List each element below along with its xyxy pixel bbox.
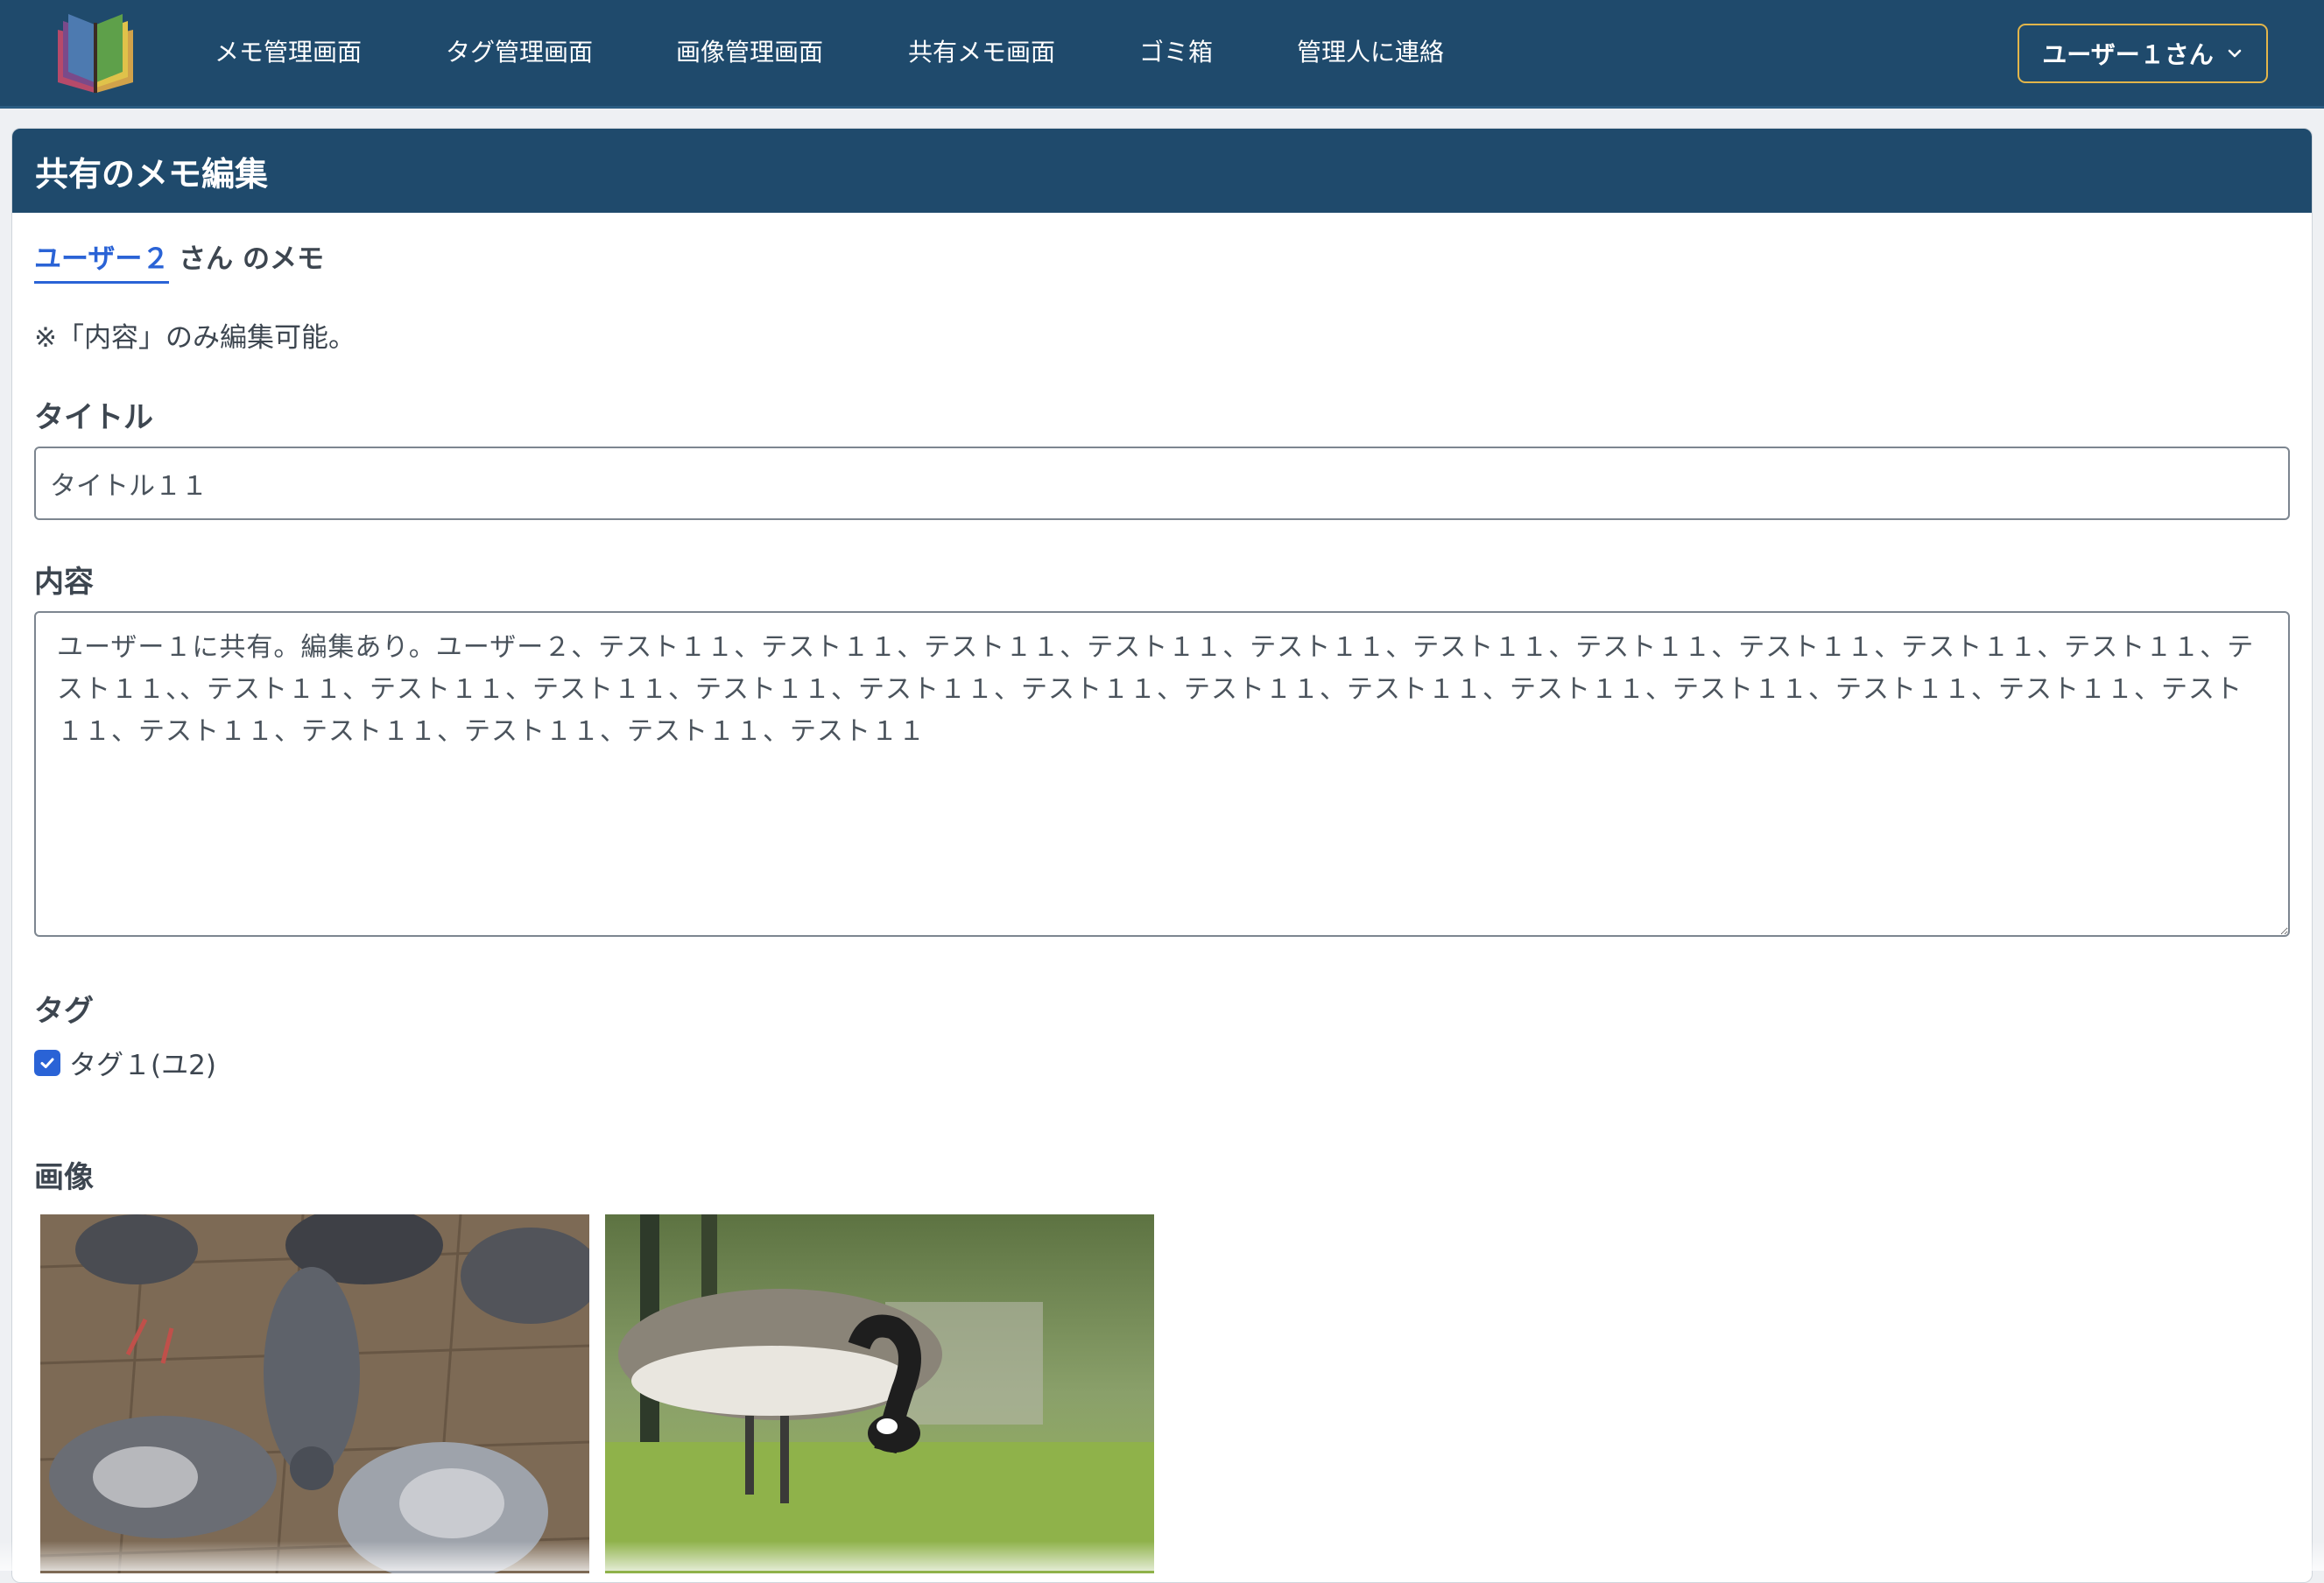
owner-suffix: さん のメモ xyxy=(169,243,324,275)
goose-photo[interactable] xyxy=(605,1214,1154,1573)
content-label: 内容 xyxy=(34,565,94,600)
image-label: 画像 xyxy=(34,1160,94,1195)
edit-note: ※「内容」のみ編集可能。 xyxy=(34,322,356,354)
bottom-fade xyxy=(0,1541,2324,1571)
tag-checkbox-label: タグ１(ユ2) xyxy=(69,1050,216,1081)
tag-label: タグ xyxy=(34,994,94,1029)
page-title: 共有のメモ編集 xyxy=(35,154,269,193)
nav-tag-management[interactable]: タグ管理画面 xyxy=(446,33,593,72)
tag-option[interactable]: タグ１(ユ2) xyxy=(34,1043,216,1082)
nav-shared-memo[interactable]: 共有メモ画面 xyxy=(908,33,1055,72)
chevron-down-icon xyxy=(2228,49,2242,58)
owner-user-link[interactable]: ユーザー２ xyxy=(34,236,170,284)
nav-trash[interactable]: ゴミ箱 xyxy=(1139,33,1213,72)
nav-contact-admin[interactable]: 管理人に連絡 xyxy=(1297,33,1444,72)
memo-owner-line: ユーザー２ さん のメモ xyxy=(34,236,324,284)
check-icon xyxy=(40,1058,54,1068)
pigeons-photo[interactable] xyxy=(40,1214,589,1573)
nav-image-management[interactable]: 画像管理画面 xyxy=(676,33,823,72)
shared-memo-edit-card: 共有のメモ編集 ユーザー２ さん のメモ ※「内容」のみ編集可能。 タイトル 内… xyxy=(11,128,2313,1583)
title-label: タイトル xyxy=(34,400,153,435)
top-navbar: メモ管理画面 タグ管理画面 画像管理画面 共有メモ画面 ゴミ箱 管理人に連絡 ユ… xyxy=(0,0,2324,109)
title-field[interactable] xyxy=(34,447,2290,520)
user-menu-button[interactable]: ユーザー１さん xyxy=(2018,24,2268,83)
user-menu-label: ユーザー１さん xyxy=(2042,40,2214,69)
tag-checkbox[interactable] xyxy=(34,1049,60,1076)
card-header: 共有のメモ編集 xyxy=(12,129,2312,213)
nav-memo-management[interactable]: メモ管理画面 xyxy=(215,33,362,72)
book-stack-icon[interactable] xyxy=(51,12,140,95)
content-textarea[interactable]: ユーザー１に共有。編集あり。ユーザー２、テスト１１、テスト１１、テスト１１、テス… xyxy=(34,611,2290,937)
